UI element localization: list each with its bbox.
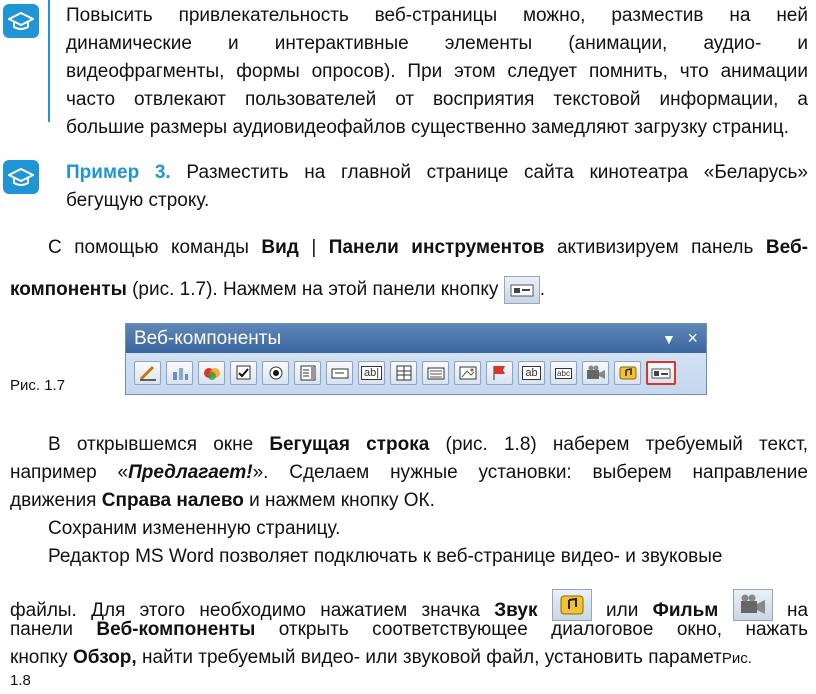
figure-ref: Рис. [721,650,752,667]
text: найти требуемый видео- или звуковой файл… [136,647,722,668]
sound-icon[interactable] [614,361,641,385]
figure-caption: Рис. 1.7 [10,377,66,394]
toolbar-controls: ▼ × [662,324,698,354]
text: (рис. 1.7). Нажмем на этой панели кнопку [126,279,504,300]
text: открыть соответствующее диалоговое окно,… [255,619,808,640]
text: движения [10,490,102,511]
image-icon[interactable] [454,361,481,385]
para1-line2: компоненты (рис. 1.7). Нажмем на этой па… [10,276,545,304]
abc-field-icon[interactable]: abc [550,361,577,385]
film-camera-icon[interactable] [582,361,609,385]
text: активизируем панель [544,237,766,258]
bubbles-icon[interactable] [198,361,225,385]
example-label: Пример 3. [66,162,171,183]
quote-bar [48,0,50,122]
graduation-cap-icon [3,160,39,194]
sample-text: Предлагает! [128,462,253,483]
text: панели [10,619,97,640]
close-icon[interactable]: × [687,328,698,348]
para2-line2: например «Предлагает!». Сделаем нужные у… [10,460,808,486]
text: и нажмем кнопку ОК. [243,490,435,511]
direction-option: Справа налево [101,490,244,511]
example-text: Разместить на главной странице сайта кин… [186,162,809,183]
window-name: Бегущая строка [269,434,430,455]
text: кнопку [10,647,73,668]
example-line-2: бегущую строку. [66,190,210,211]
marquee-icon [503,276,540,304]
para4-line1: Редактор MS Word позволяет подключать к … [48,546,723,567]
panel-name: Веб-компоненты [96,619,256,640]
toolbar-title-bar: Веб-компоненты ▼ × [126,324,706,353]
table-icon[interactable] [390,361,417,385]
checkbox-icon[interactable] [230,361,257,385]
example-line: Пример 3. Разместить на главной странице… [66,160,808,186]
text: В открывшемся окне [48,434,270,455]
chart-icon[interactable] [166,361,193,385]
text: . [539,279,545,300]
flag-icon[interactable] [486,361,513,385]
panel-name: компоненты [10,279,127,300]
intro-line: динамические и интерактивные элементы (а… [66,33,808,54]
list-box-icon[interactable] [294,361,321,385]
text-field-icon[interactable] [326,361,353,385]
text: например « [10,462,129,483]
text-area-ab-icon[interactable]: ab| [358,361,385,385]
figure-ref-number: 1.8 [10,672,31,689]
grid-icon[interactable] [422,361,449,385]
para4-line3: панели Веб-компоненты открыть соответств… [10,617,808,643]
label-ab-icon[interactable]: ab [518,361,545,385]
radio-icon[interactable] [262,361,289,385]
text: ». Сделаем нужные установки: выберем нап… [252,462,808,483]
intro-line: большие размеры аудиовидеофайлов существ… [66,117,789,138]
toolbar-buttons: ab| ab abc [126,353,706,385]
text: (рис. 1.8) наберем требуемый текст, [429,434,809,455]
separator: | [298,237,329,258]
para2-line3: движения Справа налево и нажмем кнопку О… [10,488,435,514]
graduation-cap-icon [3,4,39,38]
para4-line4: кнопку Обзор, найти требуемый видео- или… [10,645,752,672]
web-components-toolbar: Веб-компоненты ▼ × ab| ab abc [125,323,707,395]
marquee-button-icon[interactable] [646,361,676,385]
browse-button-label: Обзор, [72,647,137,668]
panel-name: Веб- [765,237,809,258]
intro-line: Повысить привлекательность веб-страницы … [66,5,808,26]
text: С помощью команды [48,237,262,258]
intro-line: часто отвлекают пользователей от восприя… [66,89,808,110]
menu-vid: Вид [261,237,299,258]
pen-icon[interactable] [134,361,161,385]
intro-line: видеофрагменты, формы опросов). При этом… [66,61,808,82]
para1-line1: С помощью команды Вид | Панели инструмен… [48,235,808,261]
chevron-down-icon[interactable]: ▼ [662,331,676,347]
toolbar-title: Веб-компоненты [134,328,282,349]
para3: Сохраним измененную страницу. [48,518,341,539]
menu-panels: Панели инструментов [328,237,545,258]
para2-line1: В открывшемся окне Бегущая строка (рис. … [48,432,808,458]
